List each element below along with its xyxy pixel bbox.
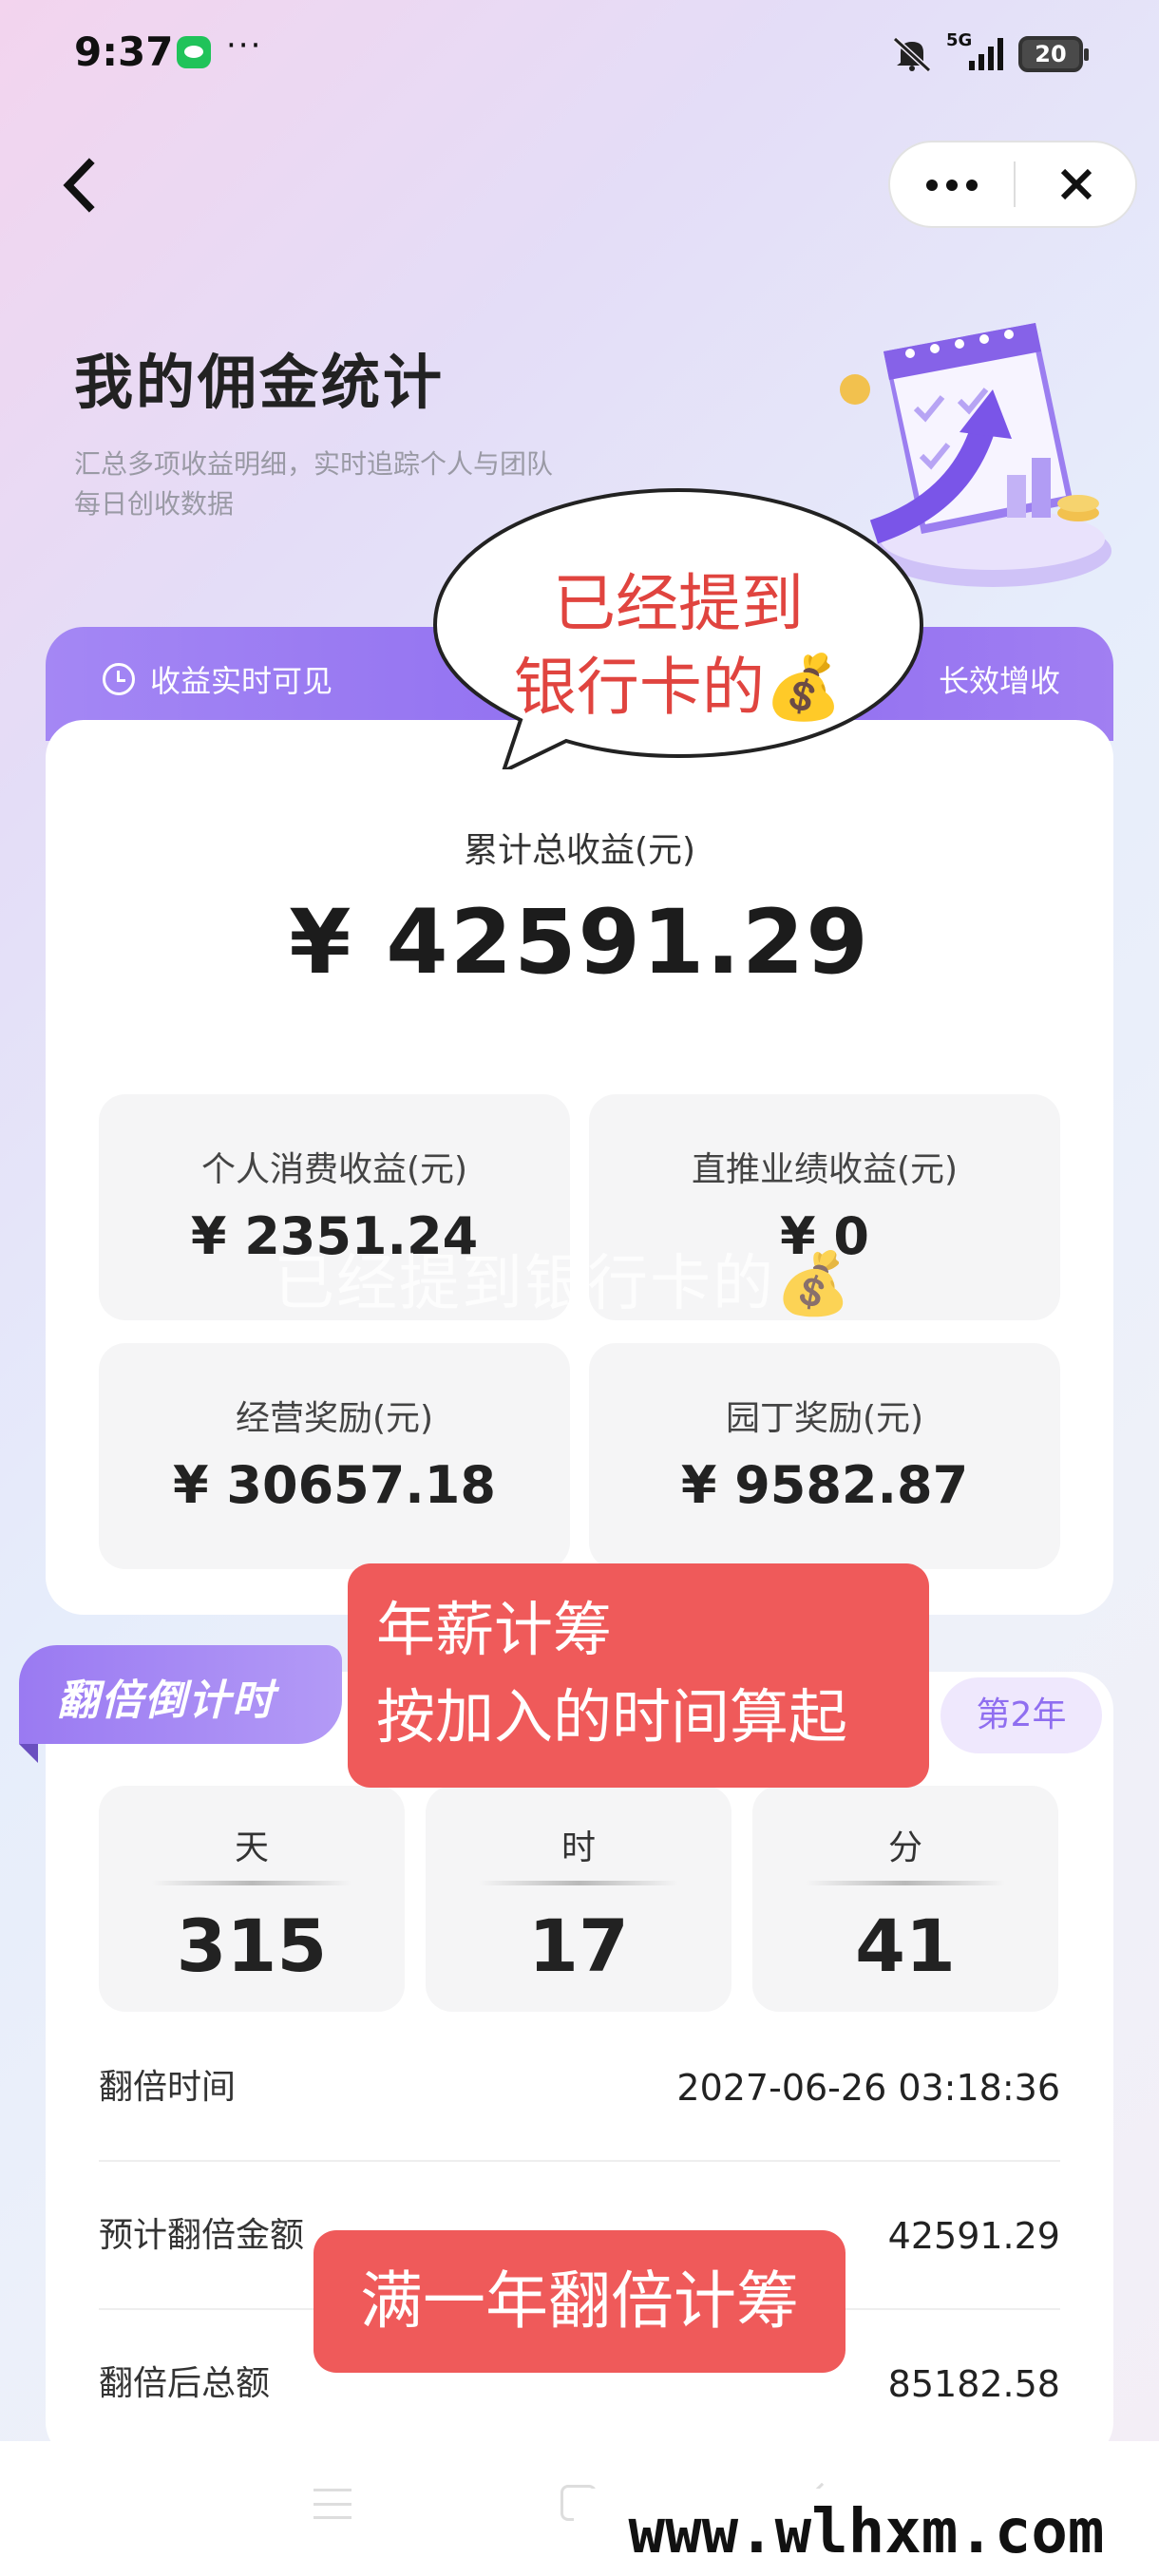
stat-gardener-reward: 园丁奖励(元) ¥ 9582.87 xyxy=(589,1343,1060,1569)
back-arrow-icon[interactable] xyxy=(55,152,103,218)
stat-label: 园丁奖励(元) xyxy=(725,1399,924,1438)
status-time: 9:37 xyxy=(74,28,174,75)
info-label: 预计翻倍金额 xyxy=(99,2216,305,2255)
wechat-icon xyxy=(177,36,211,68)
time-unit-label: 天 xyxy=(234,1828,269,1867)
tab-realtime-label: 收益实时可见 xyxy=(150,663,333,699)
info-label: 翻倍后总额 xyxy=(99,2364,271,2403)
total-earnings-value: ¥ 42591.29 xyxy=(289,891,870,994)
row-divider xyxy=(99,2160,1060,2162)
tab-realtime: 收益实时可见 xyxy=(103,657,332,701)
mute-bell-icon xyxy=(892,36,932,72)
countdown-days: 天 315 xyxy=(99,1786,405,2012)
stat-label: 经营奖励(元) xyxy=(235,1399,434,1438)
close-icon[interactable] xyxy=(1016,142,1137,226)
note-double-annotation: 满一年翻倍计筹 xyxy=(314,2230,846,2373)
battery-icon: 20 xyxy=(1018,36,1089,72)
menu-icon[interactable] xyxy=(314,2489,352,2519)
time-unit-label: 分 xyxy=(887,1828,922,1867)
subtitle-line-1: 汇总多项收益明细，实时追踪个人与团队 xyxy=(74,448,554,480)
countdown-title: 翻倍倒计时 xyxy=(57,1676,276,1725)
time-value: 315 xyxy=(176,1904,328,1988)
stat-value: ¥ 30657.18 xyxy=(173,1455,496,1515)
time-divider xyxy=(806,1881,1005,1885)
bubble-line-1: 已经提到 xyxy=(553,567,804,640)
countdown-title-tag: 翻倍倒计时 xyxy=(19,1645,342,1763)
info-value: 2027-06-26 03:18:36 xyxy=(676,2067,1060,2109)
watermark-text: 已经提到银行卡的💰 xyxy=(274,1249,853,1319)
page-title: 我的佣金统计 xyxy=(74,348,446,417)
stat-operation-reward: 经营奖励(元) ¥ 30657.18 xyxy=(99,1343,570,1569)
time-divider xyxy=(152,1881,352,1885)
note-salary-annotation: 年薪计筹 按加入的时间算起 xyxy=(348,1563,929,1788)
info-label: 翻倍时间 xyxy=(99,2068,237,2107)
time-value: 41 xyxy=(855,1904,956,1988)
more-dots: ··· xyxy=(226,27,263,65)
status-bar: 9:37 ··· 5G 20 xyxy=(0,0,1159,104)
signal-icon xyxy=(969,38,1003,70)
time-divider xyxy=(479,1881,678,1885)
info-value: 42591.29 xyxy=(887,2215,1060,2257)
bubble-line-2: 银行卡的💰 xyxy=(513,651,844,724)
mini-program-capsule xyxy=(888,141,1137,228)
speech-bubble-annotation: 已经提到 银行卡的💰 xyxy=(428,484,929,769)
year-badge: 第2年 xyxy=(940,1677,1102,1753)
note-line-1: 年薪计筹 xyxy=(376,1595,613,1664)
countdown-minutes: 分 41 xyxy=(752,1786,1058,2012)
battery-level: 20 xyxy=(1035,41,1067,67)
stat-label: 个人消费收益(元) xyxy=(200,1150,468,1189)
stat-value: ¥ 9582.87 xyxy=(680,1455,969,1515)
earnings-summary-card: 累计总收益(元) ¥ 42591.29 个人消费收益(元) ¥ 2351.24 … xyxy=(46,720,1113,1615)
time-unit-label: 时 xyxy=(560,1828,596,1867)
countdown-hours: 时 17 xyxy=(426,1786,732,2012)
more-options-button[interactable] xyxy=(890,142,1014,226)
time-value: 17 xyxy=(528,1904,629,1988)
note-line-2: 按加入的时间算起 xyxy=(376,1682,848,1752)
stat-label: 直推业绩收益(元) xyxy=(691,1150,959,1189)
tab-long-term: 长效增收 xyxy=(938,663,1060,699)
info-value: 85182.58 xyxy=(887,2363,1060,2405)
clock-icon xyxy=(103,663,135,695)
site-watermark: www.wlhxm.com xyxy=(574,2489,1159,2576)
total-earnings-label: 累计总收益(元) xyxy=(463,831,696,870)
